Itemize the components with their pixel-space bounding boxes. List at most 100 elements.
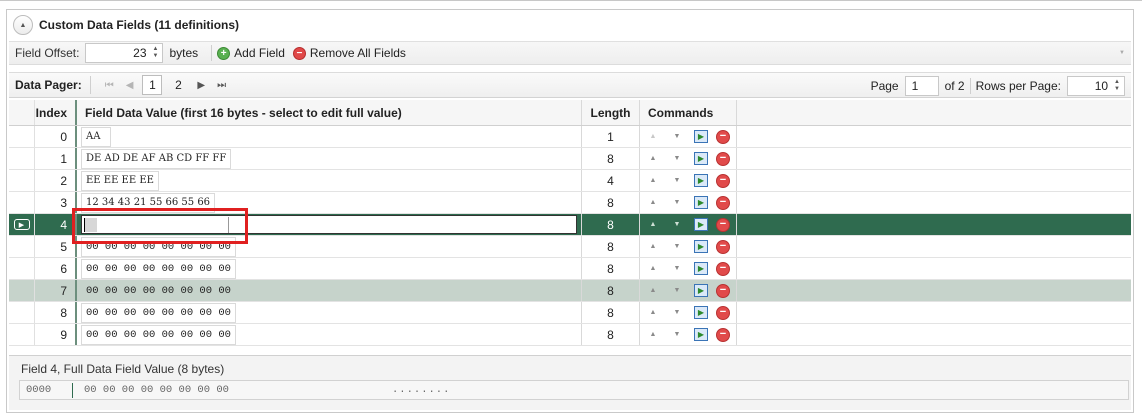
row-value-cell[interactable]: 00 00 00 00 00 00 00 00 [77, 324, 582, 345]
table-row[interactable]: 5 00 00 00 00 00 00 00 00 8 ▲ ▼ ▶ − [9, 236, 1131, 258]
toolbar-scroll-icon[interactable]: ▼ [1119, 50, 1125, 56]
plus-icon: + [217, 46, 231, 60]
row-value[interactable]: DE AD DE AF AB CD FF FF [81, 148, 232, 169]
delete-field-icon[interactable]: − [716, 173, 730, 188]
table-row[interactable]: 3 12 34 43 21 55 66 55 66 8 ▲ ▼ ▶ − [9, 192, 1131, 214]
edit-field-icon[interactable]: ▶ [694, 174, 708, 187]
move-up-icon[interactable]: ▲ [646, 221, 660, 228]
row-value-cell[interactable]: 12 34 43 21 55 66 55 66 [77, 192, 582, 213]
remove-all-fields-button[interactable]: − Remove All Fields [292, 46, 406, 60]
index-column-header[interactable]: Index [35, 100, 77, 125]
hex-bytes[interactable]: 00 00 00 00 00 00 00 00 [84, 384, 229, 396]
hex-ascii[interactable]: ........ [392, 384, 450, 396]
field-offset-spinner[interactable]: 23 ▲ ▼ [85, 43, 164, 63]
row-value[interactable]: 12 34 43 21 55 66 55 66 [81, 192, 216, 213]
table-row-hover[interactable]: 7 00 00 00 00 00 00 00 00 8 ▲ ▼ ▶ − [9, 280, 1131, 302]
table-row-selected[interactable]: ▶ 4 8 ▲ ▼ ▶ − [9, 214, 1131, 236]
edit-field-icon[interactable]: ▶ [694, 240, 708, 253]
move-up-icon[interactable]: ▲ [646, 287, 660, 294]
move-down-icon[interactable]: ▼ [670, 265, 684, 272]
move-down-icon[interactable]: ▼ [670, 309, 684, 316]
hex-offset: 0000 [26, 384, 52, 396]
rows-per-page-value[interactable]: 10 [1095, 79, 1108, 93]
delete-field-icon[interactable]: − [716, 151, 730, 166]
row-value[interactable]: AA [81, 126, 111, 147]
edit-field-icon[interactable]: ▶ [694, 262, 708, 275]
row-value-cell[interactable]: 00 00 00 00 00 00 00 00 [77, 280, 582, 301]
collapse-icon[interactable]: ▲ [13, 15, 33, 35]
delete-field-icon[interactable]: − [716, 239, 730, 254]
page-button-1[interactable]: 1 [142, 75, 163, 95]
fields-grid: Index Field Data Value (first 16 bytes -… [9, 100, 1131, 346]
row-value[interactable]: 00 00 00 00 00 00 00 00 [81, 258, 236, 279]
move-down-icon[interactable]: ▼ [670, 155, 684, 162]
row-value-cell[interactable]: 00 00 00 00 00 00 00 00 [77, 236, 582, 257]
edit-field-icon[interactable]: ▶ [694, 328, 708, 341]
table-row[interactable]: 9 00 00 00 00 00 00 00 00 8 ▲ ▼ ▶ − [9, 324, 1131, 346]
row-value-cell[interactable]: EE EE EE EE [77, 170, 582, 191]
row-value[interactable]: EE EE EE EE [81, 170, 159, 191]
move-up-icon[interactable]: ▲ [646, 199, 660, 206]
hex-editor[interactable]: 0000 00 00 00 00 00 00 00 00 ........ [19, 380, 1129, 400]
row-value-cell[interactable]: 00 00 00 00 00 00 00 00 [77, 302, 582, 323]
spinner-arrows-icon[interactable]: ▲ ▼ [153, 46, 159, 60]
delete-field-icon[interactable]: − [716, 305, 730, 320]
move-down-icon[interactable]: ▼ [670, 331, 684, 338]
delete-field-icon[interactable]: − [716, 283, 730, 298]
move-up-icon[interactable]: ▲ [646, 309, 660, 316]
rows-spinner-arrows-icon[interactable]: ▲ ▼ [1114, 79, 1120, 93]
delete-field-icon[interactable]: − [716, 261, 730, 276]
table-row[interactable]: 0 AA 1 ▲ ▼ ▶ − [9, 126, 1131, 148]
edit-field-icon[interactable]: ▶ [694, 196, 708, 209]
move-up-icon[interactable]: ▲ [646, 155, 660, 162]
move-down-icon[interactable]: ▼ [670, 133, 684, 140]
move-down-icon[interactable]: ▼ [670, 243, 684, 250]
row-indicator [9, 302, 35, 323]
table-row[interactable]: 6 00 00 00 00 00 00 00 00 8 ▲ ▼ ▶ − [9, 258, 1131, 280]
add-field-button[interactable]: + Add Field [217, 46, 285, 60]
row-value-cell[interactable]: 00 00 00 00 00 00 00 00 [77, 258, 582, 279]
edit-field-icon[interactable]: ▶ [694, 152, 708, 165]
page-button-2[interactable]: 2 [168, 75, 188, 95]
edit-field-icon[interactable]: ▶ [694, 218, 708, 231]
last-page-icon[interactable]: ⏭ [217, 80, 226, 91]
field-offset-value[interactable]: 23 [133, 46, 146, 60]
move-down-icon[interactable]: ▼ [670, 287, 684, 294]
move-up-icon[interactable]: ▲ [646, 177, 660, 184]
row-value-cell[interactable]: DE AD DE AF AB CD FF FF [77, 148, 582, 169]
move-up-icon[interactable]: ▲ [646, 133, 660, 140]
value-column-header[interactable]: Field Data Value (first 16 bytes - selec… [77, 100, 582, 125]
table-row[interactable]: 2 EE EE EE EE 4 ▲ ▼ ▶ − [9, 170, 1131, 192]
row-value[interactable]: 00 00 00 00 00 00 00 00 [81, 281, 236, 301]
row-value[interactable]: 00 00 00 00 00 00 00 00 [81, 324, 236, 345]
next-page-icon[interactable]: ▶ [197, 80, 205, 91]
table-row[interactable]: 8 00 00 00 00 00 00 00 00 8 ▲ ▼ ▶ − [9, 302, 1131, 324]
first-page-icon[interactable]: ⏮ [105, 80, 114, 91]
row-indicator [9, 258, 35, 279]
rows-per-page-spinner[interactable]: 10 ▲ ▼ [1067, 76, 1125, 96]
move-down-icon[interactable]: ▼ [670, 221, 684, 228]
value-editor-input[interactable] [81, 215, 577, 234]
commands-column-header[interactable]: Commands [640, 100, 737, 125]
row-commands: ▲ ▼ ▶ − [640, 214, 737, 235]
table-row[interactable]: 1 DE AD DE AF AB CD FF FF 8 ▲ ▼ ▶ − [9, 148, 1131, 170]
row-value[interactable]: 00 00 00 00 00 00 00 00 [81, 236, 236, 257]
length-column-header[interactable]: Length [582, 100, 640, 125]
prev-page-icon[interactable]: ◀ [126, 80, 134, 91]
move-down-icon[interactable]: ▼ [670, 177, 684, 184]
move-up-icon[interactable]: ▲ [646, 331, 660, 338]
delete-field-icon[interactable]: − [716, 129, 730, 144]
edit-field-icon[interactable]: ▶ [694, 306, 708, 319]
delete-field-icon[interactable]: − [716, 195, 730, 210]
move-up-icon[interactable]: ▲ [646, 243, 660, 250]
delete-field-icon[interactable]: − [716, 327, 730, 342]
row-value-cell[interactable]: AA [77, 126, 582, 147]
move-down-icon[interactable]: ▼ [670, 199, 684, 206]
edit-field-icon[interactable]: ▶ [694, 284, 708, 297]
move-up-icon[interactable]: ▲ [646, 265, 660, 272]
edit-field-icon[interactable]: ▶ [694, 130, 708, 143]
page-input[interactable]: 1 [904, 76, 939, 96]
row-value-cell[interactable] [77, 214, 582, 235]
row-value[interactable]: 00 00 00 00 00 00 00 00 [81, 302, 236, 323]
delete-field-icon[interactable]: − [716, 217, 730, 232]
